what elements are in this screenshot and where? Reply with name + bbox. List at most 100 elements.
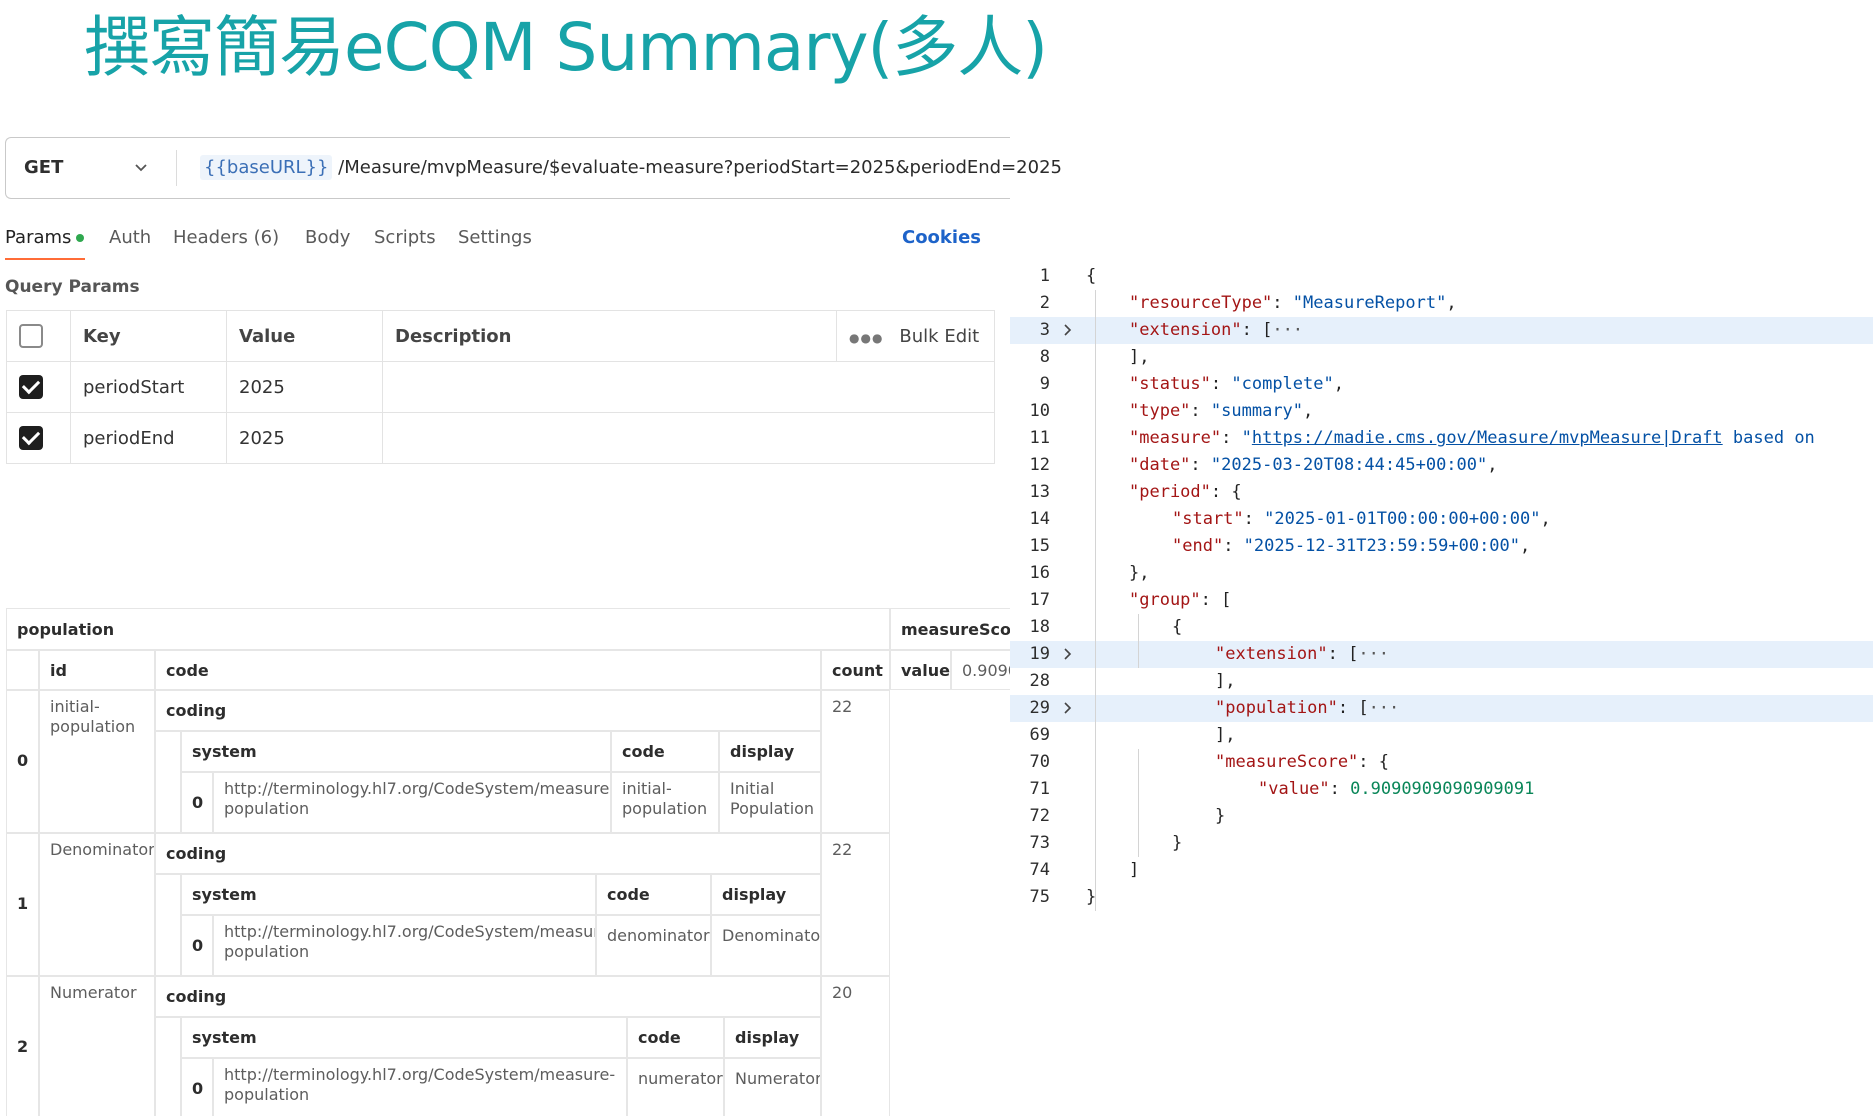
chevron-right-icon[interactable] [1062,324,1074,336]
code-line[interactable]: 29 "population": [··· [1010,695,1873,722]
code-line[interactable]: 2 "resourceType": "MeasureReport", [1010,290,1873,317]
line-number: 15 [1029,536,1050,556]
code-punct: { [1231,482,1242,502]
coding-index: 0 [181,1058,213,1116]
json-key: "status" [1129,374,1211,394]
code-punct: ], [1215,671,1236,691]
tab-scripts[interactable]: Scripts [374,218,436,258]
code-punct: " [1241,428,1252,448]
code-line[interactable]: 1{ [1010,263,1873,290]
code-punct: : [1337,698,1359,718]
param-row: periodStart 2025 [6,361,995,413]
key-header: Key [70,310,227,362]
coding-index: 0 [181,772,213,833]
code-line[interactable]: 3 "extension": [··· [1010,317,1873,344]
code-text: "status": "complete", [1129,371,1344,398]
chevron-down-icon[interactable] [134,160,148,174]
tab-auth[interactable]: Auth [109,218,151,258]
param-checkbox[interactable] [19,375,43,399]
tab-settings[interactable]: Settings [458,218,532,258]
coding-system: http://terminology.hl7.org/CodeSystem/me… [213,915,596,976]
json-string: "complete" [1231,374,1334,394]
code-text: ], [1215,722,1235,749]
url-path: /Measure/mvpMeasure/$evaluate-measure?pe… [338,157,1062,178]
population-header: population [6,608,890,650]
code-line[interactable]: 69], [1010,722,1873,749]
result-table: population measureScore id code count va… [6,608,1010,1116]
line-number: 8 [1039,347,1050,367]
code-line[interactable]: 72} [1010,803,1873,830]
param-value[interactable]: 2025 [226,361,383,413]
line-number: 18 [1029,617,1050,637]
json-key: "extension" [1215,644,1328,664]
coding-index: 0 [181,915,213,976]
code-text: "population": [··· [1215,695,1399,722]
code-line[interactable]: 10 "type": "summary", [1010,398,1873,425]
url-input[interactable]: {{baseURL}} /Measure/mvpMeasure/$evaluat… [200,138,1062,198]
code-header: code [596,874,711,915]
line-number: 28 [1029,671,1050,691]
code-punct: : [1327,644,1349,664]
code-line[interactable]: 14 "start": "2025-01-01T00:00:00+00:00", [1010,506,1873,533]
code-punct: : [1200,590,1222,610]
more-icon[interactable]: ●●● [849,331,883,345]
code-punct: { [1086,266,1097,286]
code-punct: }, [1129,563,1150,583]
param-key[interactable]: periodStart [70,361,227,413]
line-number: 1 [1039,266,1050,286]
param-description[interactable] [382,361,995,413]
line-number: 72 [1029,806,1050,826]
cookies-link[interactable]: Cookies [902,218,981,258]
select-all-checkbox[interactable] [19,324,43,348]
coding-code: numerator [627,1058,724,1116]
code-line[interactable]: 15 "end": "2025-12-31T23:59:59+00:00", [1010,533,1873,560]
chevron-right-icon[interactable] [1062,702,1074,714]
bulk-edit-label: Bulk Edit [899,325,980,347]
tab-body[interactable]: Body [305,218,350,258]
system-header: system [181,1017,627,1058]
chevron-right-icon[interactable] [1062,648,1074,660]
tab-active-underline [5,258,85,260]
param-key[interactable]: periodEnd [70,412,227,464]
code-punct: : [1223,536,1244,556]
measure-score-header: measureScore [890,608,1010,650]
code-line[interactable]: 19 "extension": [··· [1010,641,1873,668]
coding-display: Numerator [724,1058,821,1116]
code-line[interactable]: 12 "date": "2025-03-20T08:44:45+00:00", [1010,452,1873,479]
code-line[interactable]: 74] [1010,857,1873,884]
line-number: 17 [1029,590,1050,610]
code-line[interactable]: 28], [1010,668,1873,695]
code-line[interactable]: 13 "period": { [1010,479,1873,506]
code-line[interactable]: 9 "status": "complete", [1010,371,1873,398]
code-punct: ], [1215,725,1236,745]
json-link: https://madie.cms.gov/Measure/mvpMeasure… [1251,428,1723,448]
json-key: "value" [1258,779,1330,799]
param-checkbox[interactable] [19,426,43,450]
json-key: "date" [1129,455,1191,475]
method-select[interactable]: GET [24,138,63,198]
tab-params[interactable]: Params [5,218,85,258]
code-line[interactable]: 75} [1010,884,1873,911]
line-number: 71 [1029,779,1050,799]
code-text: "extension": [··· [1215,641,1389,668]
value-label: value [890,650,951,690]
bulk-edit-button[interactable]: ●●● Bulk Edit [836,310,995,362]
code-punct: : [1190,401,1211,421]
code-punct: [ [1221,590,1232,610]
tab-headers[interactable]: Headers (6) [173,218,279,258]
code-line[interactable]: 73} [1010,830,1873,857]
code-line[interactable]: 8], [1010,344,1873,371]
code-line[interactable]: 71 "value": 0.9090909090909091 [1010,776,1873,803]
index-col-header [6,650,39,690]
code-line[interactable]: 16}, [1010,560,1873,587]
code-line[interactable]: 70 "measureScore": { [1010,749,1873,776]
json-key: "resourceType" [1129,293,1273,313]
param-value[interactable]: 2025 [226,412,383,464]
code-text: ] [1129,857,1139,884]
code-line[interactable]: 18 { [1010,614,1873,641]
param-description[interactable] [382,412,995,464]
code-line[interactable]: 11 "measure": "https://madie.cms.gov/Meas… [1010,425,1873,452]
code-line[interactable]: 17 "group": [ [1010,587,1873,614]
query-params-table: Key Value Description ●●● Bulk Edit perio… [6,310,995,464]
line-number: 12 [1029,455,1050,475]
